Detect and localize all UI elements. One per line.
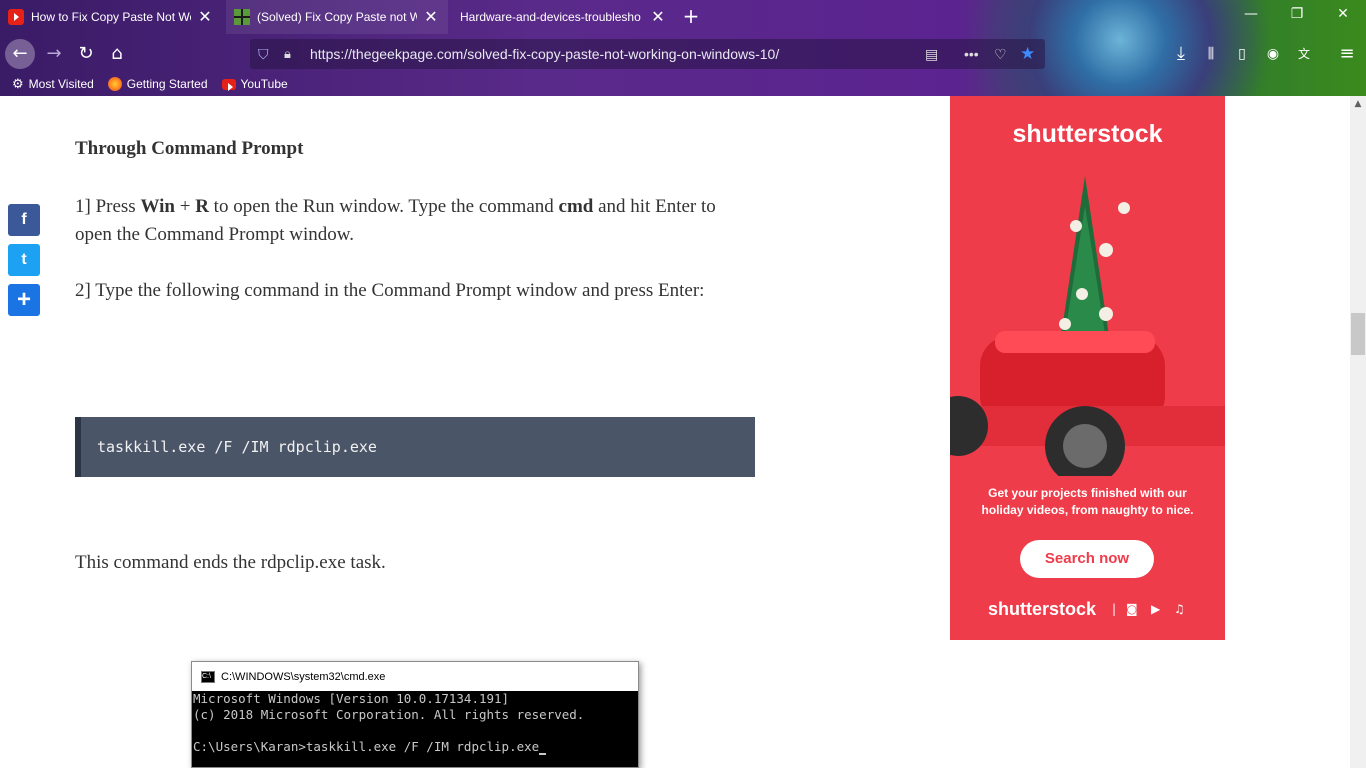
ad-brand-logo: shutterstock	[1012, 120, 1163, 148]
cmd-line	[193, 723, 638, 739]
lock-icon[interactable]: 🔒︎	[284, 39, 291, 69]
tab-title: Hardware-and-devices-troublesho	[460, 10, 641, 24]
ad-text: Get your projects finished with our holi…	[981, 486, 1194, 517]
restore-button[interactable]: ❐	[1277, 6, 1317, 22]
camera-icon: ◙	[1126, 602, 1138, 616]
close-tab-icon[interactable]: ✕	[197, 7, 213, 27]
sidebar-icon[interactable]: ▯	[1228, 40, 1256, 68]
ad-illustration	[950, 176, 1225, 476]
cmd-title: C:\WINDOWS\system32\cmd.exe	[221, 670, 386, 683]
tab-hardware[interactable]: Hardware-and-devices-troublesho ✕	[452, 0, 674, 34]
code-block: taskkill.exe /F /IM rdpclip.exe	[75, 417, 755, 477]
web-page: f t + Through Command Prompt 1] Press Wi…	[0, 96, 1350, 768]
ad-divider: |	[1112, 602, 1117, 616]
facebook-icon: f	[21, 211, 27, 228]
url-text: https://thegeekpage.com/solved-fix-copy-…	[310, 46, 780, 62]
cmd-title-bar: C:\ C:\WINDOWS\system32\cmd.exe	[192, 662, 638, 691]
pocket-icon[interactable]: ♡	[994, 39, 1007, 69]
music-icon: ♫	[1174, 602, 1185, 616]
translate-icon[interactable]: 文	[1290, 40, 1318, 68]
close-tab-icon[interactable]: ✕	[650, 7, 666, 27]
close-window-button[interactable]: ✕	[1323, 6, 1363, 22]
cmd-line: C:\Users\Karan>taskkill.exe /F /IM rdpcl…	[193, 739, 638, 755]
cmd-line: Microsoft Windows [Version 10.0.17134.19…	[193, 691, 510, 706]
section-heading: Through Command Prompt	[75, 138, 304, 159]
bookmark-most-visited[interactable]: ⚙ Most Visited	[12, 76, 94, 92]
page-actions-icon[interactable]: •••	[964, 39, 979, 69]
scroll-up-arrow[interactable]: ▲	[1350, 99, 1366, 109]
cmd-icon: C:\	[201, 670, 215, 683]
youtube-icon	[221, 78, 236, 91]
reload-button[interactable]: ↻	[72, 40, 100, 68]
ad-brand-footer: shutterstock	[988, 599, 1097, 619]
more-share-button[interactable]: +	[8, 284, 40, 316]
menu-icon[interactable]: ≡	[1333, 40, 1361, 68]
address-bar[interactable]: ⛉ 🔒︎ https://thegeekpage.com/solved-fix-…	[250, 39, 1045, 69]
bookmark-getting-started[interactable]: Getting Started	[107, 77, 208, 91]
minimize-button[interactable]: —	[1231, 6, 1271, 22]
reader-view-icon[interactable]: ▤	[925, 39, 938, 69]
plus-icon: +	[16, 286, 31, 313]
bookmark-star-icon[interactable]: ★	[1020, 39, 1035, 69]
cmd-line: (c) 2018 Microsoft Corporation. All righ…	[193, 707, 585, 722]
browser-chrome: How to Fix Copy Paste Not Wo ✕ (Solved) …	[0, 0, 1366, 96]
vertical-scrollbar[interactable]	[1350, 96, 1366, 768]
bookmark-label: Getting Started	[126, 77, 208, 91]
video-icon: ▶	[1151, 602, 1161, 616]
account-icon[interactable]: ◉	[1259, 40, 1287, 68]
nav-bar: ← → ↻ ⌂ ⛉ 🔒︎ https://thegeekpage.com/sol…	[0, 36, 1366, 72]
youtube-icon	[8, 9, 24, 25]
back-button[interactable]: ←	[5, 39, 35, 69]
scrollbar-thumb[interactable]	[1351, 313, 1365, 355]
new-tab-button[interactable]: +	[680, 4, 702, 28]
twitter-icon: t	[21, 251, 27, 268]
forward-button[interactable]: →	[40, 40, 68, 68]
bookmark-label: Most Visited	[28, 77, 94, 91]
firefox-icon	[107, 77, 122, 91]
geekpage-icon	[234, 9, 250, 25]
facebook-share-button[interactable]: f	[8, 204, 40, 236]
step-2-paragraph: 2] Type the following command in the Com…	[75, 280, 705, 301]
tab-bar: How to Fix Copy Paste Not Wo ✕ (Solved) …	[0, 0, 1366, 34]
tab-title: (Solved) Fix Copy Paste not Wo	[257, 10, 417, 24]
tab-solved-fix[interactable]: (Solved) Fix Copy Paste not Wo ✕	[226, 0, 448, 34]
tab-how-to-fix[interactable]: How to Fix Copy Paste Not Wo ✕	[0, 0, 222, 34]
result-paragraph: This command ends the rdpclip.exe task.	[75, 552, 386, 573]
bookmarks-bar: ⚙ Most Visited Getting Started YouTube	[0, 74, 1366, 94]
download-icon[interactable]: ⤓	[1167, 40, 1195, 68]
search-now-button[interactable]: Search now	[1020, 540, 1154, 578]
tab-title: How to Fix Copy Paste Not Wo	[31, 10, 191, 24]
bookmark-label: YouTube	[240, 77, 288, 91]
library-icon[interactable]: ⫼	[1197, 40, 1225, 68]
cmd-window-screenshot: C:\ C:\WINDOWS\system32\cmd.exe Microsof…	[191, 661, 639, 768]
twitter-share-button[interactable]: t	[8, 244, 40, 276]
gear-icon: ⚙	[12, 76, 24, 91]
step-1-paragraph: 1] Press Win + R to open the Run window.…	[75, 196, 716, 245]
bookmark-youtube[interactable]: YouTube	[221, 77, 288, 91]
shield-icon[interactable]: ⛉	[258, 39, 269, 69]
cmd-output: Microsoft Windows [Version 10.0.17134.19…	[192, 691, 638, 767]
close-tab-icon[interactable]: ✕	[423, 7, 439, 27]
home-button[interactable]: ⌂	[103, 40, 131, 68]
shutterstock-ad[interactable]: shutterstock Get your projects finished …	[950, 96, 1225, 640]
